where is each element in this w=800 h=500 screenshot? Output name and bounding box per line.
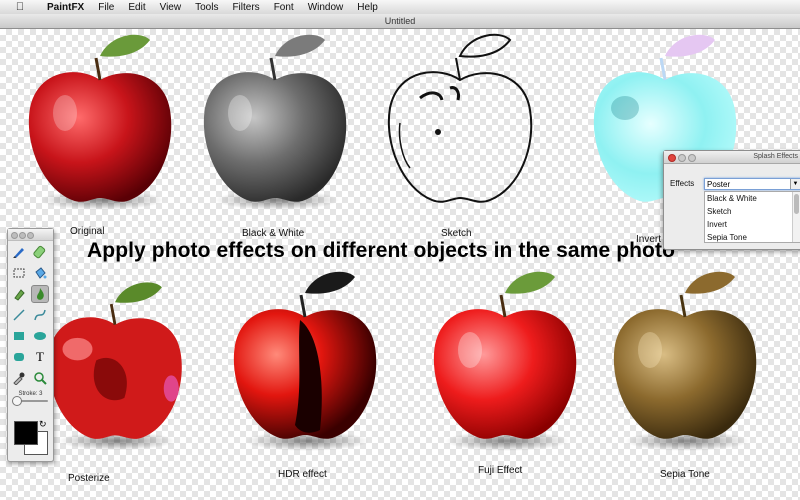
effect-option-invert[interactable]: Invert xyxy=(705,218,800,231)
splash-title-bar[interactable]: Splash Effects xyxy=(664,151,800,164)
line-icon[interactable] xyxy=(10,306,28,324)
effects-selected-value: Poster xyxy=(707,180,731,189)
ellipse-icon[interactable] xyxy=(31,327,49,345)
splash-effects-panel: Splash Effects Effects Poster ▼ Black & … xyxy=(663,150,800,250)
menu-bar:  PaintFX File Edit View Tools Filters F… xyxy=(0,0,800,15)
window-title-bar[interactable]: Untitled xyxy=(0,14,800,29)
dropdown-scroll-thumb[interactable] xyxy=(794,194,799,214)
splash-zoom-icon[interactable] xyxy=(688,154,696,162)
window-title: Untitled xyxy=(384,16,416,26)
dropdown-scrollbar[interactable] xyxy=(792,192,800,242)
bucket-icon[interactable] xyxy=(31,264,49,282)
curve-icon[interactable] xyxy=(31,306,49,324)
splash-title: Splash Effects xyxy=(753,153,798,160)
swap-colors-icon[interactable]: ↻ xyxy=(39,419,47,430)
splash-close-icon[interactable] xyxy=(668,154,676,162)
caption-original: Original xyxy=(70,226,105,237)
stroke-slider[interactable] xyxy=(12,396,48,406)
apple-sepia[interactable] xyxy=(605,265,765,455)
palette-minimize-icon[interactable] xyxy=(19,232,26,239)
palette-close-icon[interactable] xyxy=(11,232,18,239)
menu-font[interactable]: Font xyxy=(267,2,301,13)
stroke-slider-knob[interactable] xyxy=(12,396,22,406)
marquee-icon[interactable] xyxy=(10,264,28,282)
caption-hdr: HDR effect xyxy=(278,469,327,480)
menu-filters[interactable]: Filters xyxy=(225,2,266,13)
chevron-down-icon[interactable]: ▼ xyxy=(790,179,800,189)
menu-view[interactable]: View xyxy=(153,2,189,13)
eyedropper-icon[interactable] xyxy=(10,369,28,387)
apple-original[interactable] xyxy=(20,28,180,213)
text-icon[interactable]: T xyxy=(31,348,49,366)
apple-fuji[interactable] xyxy=(425,265,585,455)
menu-file[interactable]: File xyxy=(91,2,121,13)
flame-icon[interactable] xyxy=(31,285,49,303)
rounded-rect-icon[interactable] xyxy=(10,348,28,366)
caption-sketch: Sketch xyxy=(441,228,472,239)
apple-black-white[interactable] xyxy=(195,28,355,213)
smudge-icon[interactable] xyxy=(10,285,28,303)
apple-menu-icon[interactable]:  xyxy=(0,1,40,13)
effect-option-sepia[interactable]: Sepia Tone xyxy=(705,231,800,244)
effects-select[interactable]: Poster ▼ xyxy=(704,178,800,190)
menu-app-name[interactable]: PaintFX xyxy=(40,2,91,13)
tool-palette: T Stroke: 3 ↻ xyxy=(7,228,54,462)
apple-hdr[interactable] xyxy=(225,265,385,455)
caption-black-white: Black & White xyxy=(242,228,305,239)
headline-text: Apply photo effects on different objects… xyxy=(87,239,675,262)
caption-sepia: Sepia Tone xyxy=(660,469,710,480)
foreground-color-swatch[interactable] xyxy=(14,421,38,445)
apple-sketch[interactable] xyxy=(380,28,540,213)
caption-posterize: Posterize xyxy=(68,473,110,484)
menu-help[interactable]: Help xyxy=(350,2,385,13)
menu-edit[interactable]: Edit xyxy=(121,2,152,13)
effects-label: Effects xyxy=(670,179,695,188)
effect-option-sketch[interactable]: Sketch xyxy=(705,205,800,218)
splash-minimize-icon[interactable] xyxy=(678,154,686,162)
menu-window[interactable]: Window xyxy=(301,2,351,13)
caption-fuji: Fuji Effect xyxy=(478,465,523,476)
rectangle-icon[interactable] xyxy=(10,327,28,345)
menu-tools[interactable]: Tools xyxy=(188,2,225,13)
eraser-icon[interactable] xyxy=(31,243,49,261)
palette-title-bar[interactable] xyxy=(8,229,53,241)
apple-posterize[interactable] xyxy=(40,270,190,460)
effect-option-black-white[interactable]: Black & White xyxy=(705,192,800,205)
palette-zoom-icon[interactable] xyxy=(27,232,34,239)
zoom-icon[interactable] xyxy=(31,369,49,387)
brush-icon[interactable] xyxy=(10,243,28,261)
effects-dropdown-list: Black & White Sketch Invert Sepia Tone xyxy=(704,191,800,243)
